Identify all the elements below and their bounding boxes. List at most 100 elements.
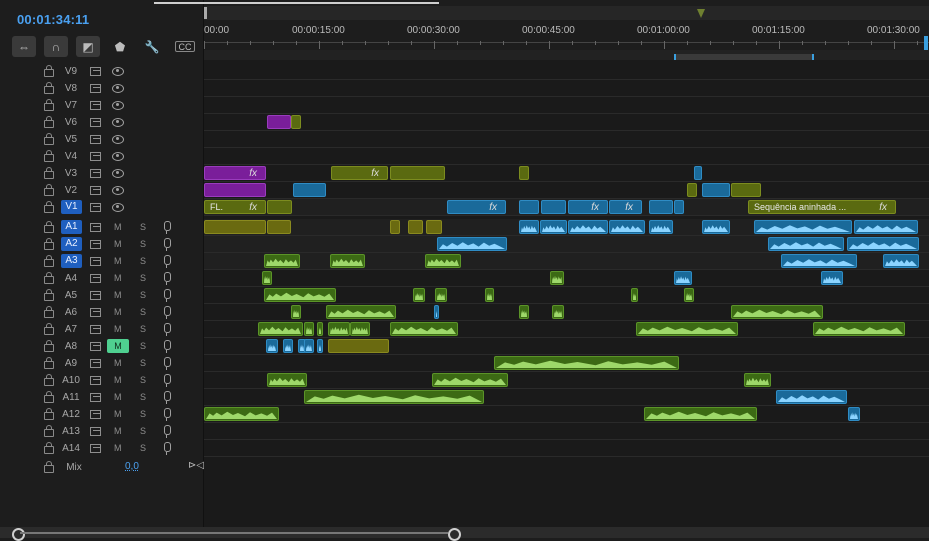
video-lane[interactable] [204, 63, 929, 80]
track-name[interactable]: V2 [56, 185, 86, 196]
lock-icon[interactable] [44, 306, 54, 318]
track-name[interactable]: V8 [56, 83, 86, 94]
sync-lock-icon[interactable] [90, 186, 101, 195]
lock-icon[interactable] [44, 340, 54, 352]
audio-clip[interactable] [330, 254, 365, 268]
audio-clip[interactable] [266, 339, 278, 353]
timeline-tracks[interactable]: fx fx FL. fx fx fx fx Sequência aninhada ... fx [204, 60, 929, 527]
audio-clip[interactable] [854, 220, 918, 234]
audio-clip[interactable] [768, 237, 844, 251]
audio-clip[interactable] [550, 271, 564, 285]
audio-clip[interactable] [821, 271, 843, 285]
lock-icon[interactable] [44, 221, 54, 233]
audio-clip[interactable] [731, 305, 823, 319]
in-handle[interactable] [204, 7, 207, 19]
solo-button[interactable]: S [140, 375, 146, 385]
scroll-thumb[interactable] [20, 532, 448, 534]
video-lane[interactable] [204, 131, 929, 148]
audio-clip[interactable] [262, 271, 272, 285]
audio-clip[interactable] [267, 220, 291, 234]
eye-icon[interactable] [112, 84, 124, 93]
video-lane[interactable] [204, 80, 929, 97]
track-name[interactable]: V5 [56, 134, 86, 145]
track-name[interactable]: A1 [61, 220, 82, 234]
track-name[interactable]: A2 [61, 237, 82, 251]
magnet-button[interactable]: ∩ [44, 36, 68, 57]
video-clip[interactable] [694, 166, 702, 180]
track-name[interactable]: A14 [56, 443, 86, 454]
microphone-icon[interactable] [164, 272, 171, 285]
time-ruler[interactable]: 00:00 00:00:15:00 00:00:30:00 00:00:45:00 00… [154, 0, 929, 66]
microphone-icon[interactable] [164, 442, 171, 455]
solo-button[interactable]: S [140, 239, 146, 249]
lock-icon[interactable] [44, 238, 54, 250]
video-lane[interactable] [204, 114, 929, 131]
captions-button[interactable]: CC [175, 41, 195, 52]
audio-clip[interactable] [350, 322, 370, 336]
scroll-left-handle[interactable] [12, 528, 25, 541]
lock-icon[interactable] [44, 289, 54, 301]
track-name[interactable]: A5 [56, 290, 86, 301]
video-clip[interactable]: fx [609, 200, 642, 214]
sync-lock-icon[interactable] [90, 101, 101, 110]
video-clip[interactable]: fx [331, 166, 388, 180]
microphone-icon[interactable] [164, 408, 171, 421]
sync-lock-icon[interactable] [90, 359, 101, 368]
mute-button[interactable]: M [107, 339, 129, 353]
timeline-marker[interactable] [697, 9, 705, 18]
video-clip[interactable] [731, 183, 761, 197]
scroll-right-handle[interactable] [448, 528, 461, 541]
track-name[interactable]: A10 [56, 375, 86, 386]
sync-lock-icon[interactable] [90, 427, 101, 436]
audio-clip[interactable] [552, 305, 564, 319]
mute-button[interactable]: M [114, 375, 122, 385]
audio-clip[interactable] [432, 373, 508, 387]
audio-clip[interactable] [674, 271, 692, 285]
audio-clip[interactable] [813, 322, 905, 336]
audio-clip[interactable] [754, 220, 852, 234]
lock-icon[interactable] [44, 357, 54, 369]
track-name[interactable]: A13 [56, 426, 86, 437]
mute-button[interactable]: M [114, 256, 122, 266]
audio-clip[interactable] [781, 254, 857, 268]
video-clip[interactable] [267, 200, 292, 214]
video-lane[interactable] [204, 97, 929, 114]
audio-clip[interactable] [317, 339, 323, 353]
audio-clip[interactable] [636, 322, 738, 336]
lock-icon[interactable] [44, 272, 54, 284]
sync-lock-icon[interactable] [90, 274, 101, 283]
audio-clip[interactable] [848, 407, 860, 421]
sync-lock-icon[interactable] [90, 342, 101, 351]
lock-icon[interactable] [44, 425, 54, 437]
track-name[interactable]: A8 [56, 341, 86, 352]
audio-clip[interactable] [304, 322, 314, 336]
video-clip[interactable] [674, 200, 684, 214]
sync-lock-icon[interactable] [90, 257, 101, 266]
lock-icon[interactable] [44, 442, 54, 454]
lock-icon[interactable] [44, 150, 54, 162]
linked-selection-button[interactable]: ◩ [76, 36, 100, 57]
track-name[interactable]: A7 [56, 324, 86, 335]
sync-lock-icon[interactable] [90, 444, 101, 453]
microphone-icon[interactable] [164, 340, 171, 353]
audio-clip[interactable] [283, 339, 293, 353]
track-name[interactable]: A6 [56, 307, 86, 318]
track-name[interactable]: V9 [56, 66, 86, 77]
zoom-scroll-area[interactable] [204, 6, 929, 20]
mute-button[interactable]: M [114, 273, 122, 283]
audio-clip[interactable] [291, 305, 301, 319]
eye-icon[interactable] [112, 203, 124, 212]
video-clip[interactable] [204, 183, 266, 197]
sync-lock-icon[interactable] [90, 308, 101, 317]
work-area-bar[interactable] [204, 50, 929, 60]
solo-button[interactable]: S [140, 443, 146, 453]
solo-button[interactable]: S [140, 392, 146, 402]
microphone-icon[interactable] [164, 221, 171, 234]
video-clip[interactable] [291, 115, 301, 129]
sync-lock-icon[interactable] [90, 325, 101, 334]
solo-button[interactable]: S [140, 273, 146, 283]
lock-icon[interactable] [44, 82, 54, 94]
microphone-icon[interactable] [164, 306, 171, 319]
audio-clip[interactable] [204, 407, 279, 421]
audio-clip[interactable] [413, 288, 425, 302]
